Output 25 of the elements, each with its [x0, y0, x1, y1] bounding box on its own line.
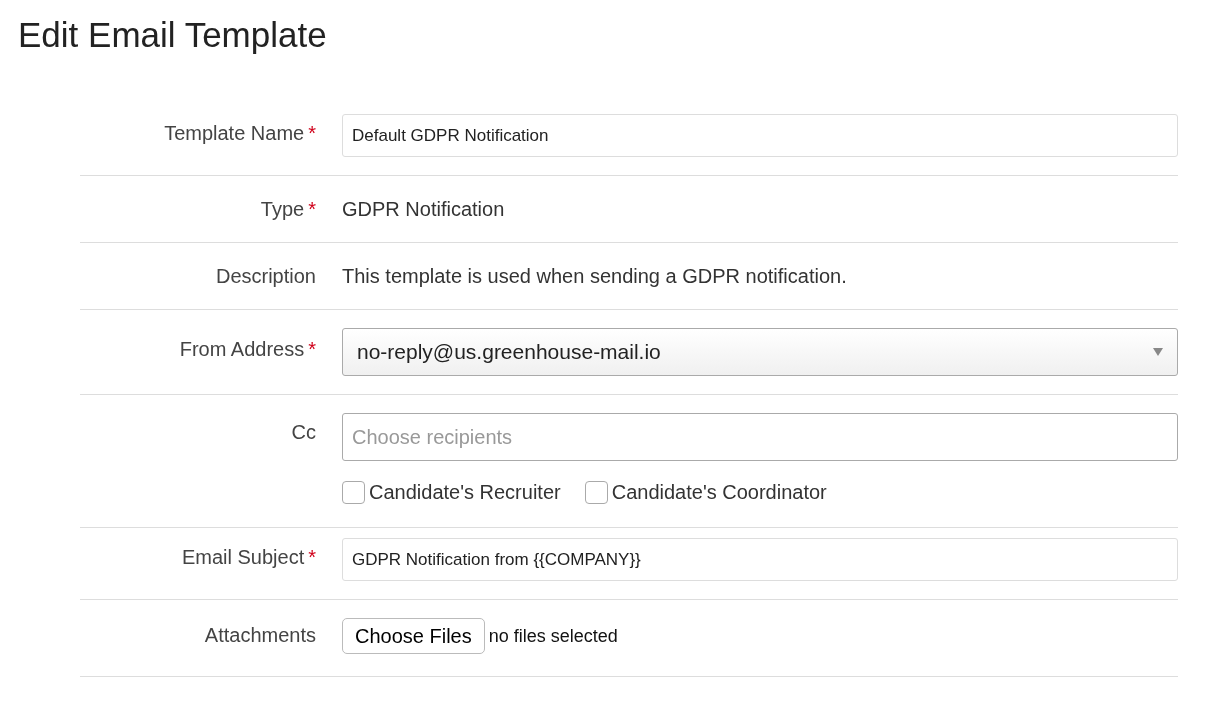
field-label: From Address [179, 338, 305, 360]
file-status: no files selected [488, 624, 618, 648]
field-label: Template Name [164, 122, 305, 144]
required-mark: * [308, 546, 316, 568]
checkbox-label: Candidate's Coordinator [611, 480, 827, 505]
text-field[interactable]: Default GDPR Notification [342, 114, 1178, 157]
field-value: This template is used when sending a GDPR notification. [342, 265, 847, 287]
from-address-select[interactable]: no-reply@us.greenhouse-mail.io [342, 328, 1178, 376]
required-mark: * [308, 198, 316, 220]
checkbox[interactable] [342, 480, 365, 504]
checkbox-label: Candidate's Recruiter [369, 480, 561, 505]
page-title: Edit Email Template [18, 14, 328, 56]
checkbox[interactable] [584, 480, 608, 504]
field-label: Cc [291, 421, 316, 443]
choose-files-button[interactable]: Choose Files [342, 618, 485, 654]
field-label: Type [260, 198, 305, 220]
recipients-field[interactable]: Choose recipients [342, 413, 1178, 461]
field-label: Email Subject [181, 546, 305, 568]
required-mark: * [308, 122, 316, 144]
required-mark: * [308, 338, 316, 360]
field-value: GDPR Notification [342, 198, 505, 220]
caret-icon [1153, 348, 1163, 356]
field-label: Description [215, 265, 316, 287]
field-label: Attachments [204, 624, 316, 646]
text-field[interactable]: GDPR Notification from {{COMPANY}} [342, 538, 1178, 581]
